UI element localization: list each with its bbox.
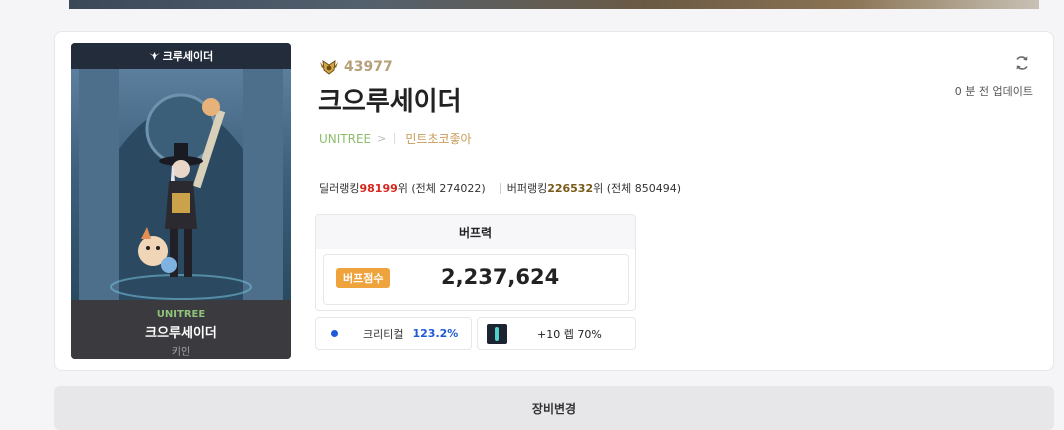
character-meta: UNITREE > 민트초코좋아 xyxy=(319,130,472,147)
buffer-rank-label: 버퍼랭킹 xyxy=(506,182,548,195)
buffer-rank-value: 226532 xyxy=(547,181,594,195)
character-portrait: 크루세이더 UNITREE 크으루세이더 키인 xyxy=(71,43,291,359)
character-artwork xyxy=(71,69,291,300)
ranking-row: 딜러랭킹 98199 위 (전체 274022) 버퍼랭킹 226532 위 (… xyxy=(319,180,681,196)
fame-row: 43977 xyxy=(319,59,393,75)
adventure-link[interactable]: 민트초코좋아 xyxy=(405,130,471,147)
critical-stat: 크리티컬 123.2% xyxy=(315,317,472,350)
buff-score-box: 버프점수 2,237,624 xyxy=(323,254,629,305)
dealer-rank-total: 위 (전체 274022) xyxy=(397,182,486,195)
character-name: 크으루세이더 xyxy=(318,87,462,117)
wing-emblem-icon xyxy=(148,51,160,60)
dealer-rank-label: 딜러랭킹 xyxy=(319,182,360,195)
buffer-rank-total: 위 (전체 850494) xyxy=(593,182,682,195)
divider xyxy=(499,182,501,194)
portrait-header: 크루세이더 xyxy=(71,43,291,69)
critical-label: 크리티컬 xyxy=(363,327,404,341)
buff-item-text: +10 렙 70% xyxy=(537,327,602,341)
divider xyxy=(394,133,396,144)
portrait-name: 크으루세이더 xyxy=(145,326,217,341)
critical-value: 123.2% xyxy=(412,327,459,340)
server-link[interactable]: UNITREE xyxy=(319,132,371,146)
artwork-illustration xyxy=(79,69,283,300)
portrait-server: UNITREE xyxy=(156,309,206,320)
portrait-job-title: 크루세이더 xyxy=(162,50,214,63)
medal-icon xyxy=(320,59,338,75)
critical-dot-icon xyxy=(331,330,338,337)
buff-power-panel: 버프력 버프점수 2,237,624 xyxy=(315,214,636,311)
refresh-icon[interactable] xyxy=(1013,54,1031,72)
portrait-footer: UNITREE 크으루세이더 키인 xyxy=(71,300,291,359)
equip-change-button[interactable]: 장비변경 xyxy=(54,386,1054,430)
character-card: 크루세이더 UNITREE 크으루세이더 키인 43977 크으루세이더 UNI… xyxy=(54,31,1054,371)
fame-value: 43977 xyxy=(344,59,393,75)
buff-score-badge: 버프점수 xyxy=(336,268,391,288)
weapon-item-icon xyxy=(487,323,507,344)
portrait-job: 키인 xyxy=(171,347,191,358)
buff-score-value: 2,237,624 xyxy=(441,265,560,289)
buff-item-stat[interactable]: +10 렙 70% xyxy=(477,317,636,350)
buff-power-title: 버프력 xyxy=(316,215,635,249)
top-banner-image xyxy=(69,0,1039,9)
dealer-rank-value: 98199 xyxy=(359,181,398,195)
chevron-right-icon: > xyxy=(377,132,387,145)
updated-time: 0 분 전 업데이트 xyxy=(954,85,1033,98)
